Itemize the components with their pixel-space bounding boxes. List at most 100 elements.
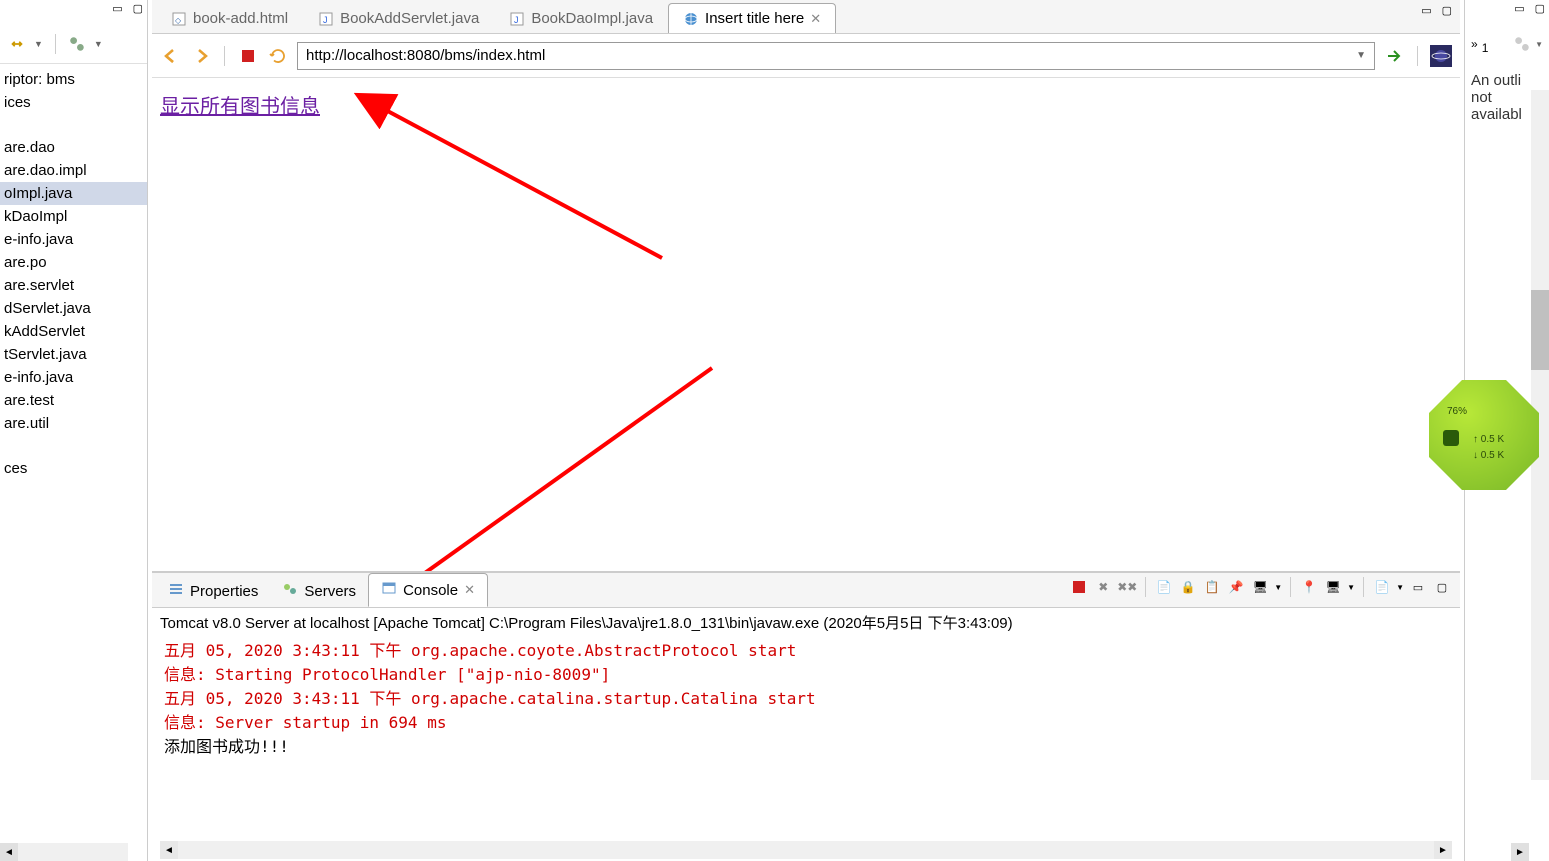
focus-icon[interactable] xyxy=(68,35,86,53)
tab-label: BookDaoImpl.java xyxy=(531,10,653,27)
file-item[interactable] xyxy=(0,435,147,457)
file-item[interactable]: e-info.java xyxy=(0,228,147,251)
console-process-label: Tomcat v8.0 Server at localhost [Apache … xyxy=(152,608,1460,637)
file-item[interactable]: are.servlet xyxy=(0,274,147,297)
servers-icon xyxy=(282,581,298,601)
tab-label: Properties xyxy=(190,583,258,600)
pin-icon[interactable]: 📍 xyxy=(1299,577,1319,597)
scroll-lock-icon[interactable]: 🔒 xyxy=(1178,577,1198,597)
file-item[interactable]: dServlet.java xyxy=(0,297,147,320)
widget-upload: 0.5 K xyxy=(1481,434,1504,445)
editor-area: ◇ book-add.html J BookAddServlet.java J BookD… xyxy=(152,0,1460,861)
network-monitor-widget[interactable]: 76% ↑ 0.5 K ↓ 0.5 K xyxy=(1429,380,1539,490)
scroll-right-arrow[interactable]: ► xyxy=(1434,841,1452,859)
refresh-button[interactable] xyxy=(267,45,289,67)
minimize-icon[interactable]: ▭ xyxy=(1408,577,1428,597)
console-icon xyxy=(381,580,397,600)
editor-tab[interactable]: J BookAddServlet.java xyxy=(303,3,494,33)
scroll-left-arrow[interactable]: ◄ xyxy=(160,841,178,859)
word-wrap-icon[interactable]: 📋 xyxy=(1202,577,1222,597)
file-item[interactable]: are.dao xyxy=(0,136,147,159)
view-tab-console[interactable]: Console ✕ xyxy=(368,573,488,607)
bottom-views: Properties ServersConsole ✕ ✖ ✖✖ 📄 🔒 📋 📌 … xyxy=(152,571,1460,861)
eclipse-icon[interactable] xyxy=(1430,45,1452,67)
console-line: 五月 05, 2020 3:43:11 下午 org.apache.catali… xyxy=(164,687,1448,711)
tab-label: BookAddServlet.java xyxy=(340,10,479,27)
stop-button[interactable] xyxy=(237,45,259,67)
java-icon: J xyxy=(509,11,525,27)
horizontal-scrollbar[interactable] xyxy=(0,843,128,861)
url-dropdown-icon[interactable]: ▼ xyxy=(1356,50,1366,61)
project-explorer-panel: ▭ ▢ ▼ ▼ riptor: bmsices are.daoare.dao.im… xyxy=(0,0,148,861)
file-item[interactable]: e-info.java xyxy=(0,366,147,389)
scroll-left-arrow[interactable]: ◄ xyxy=(0,843,18,861)
remove-launch-icon[interactable]: ✖ xyxy=(1093,577,1113,597)
console-line: 添加图书成功!!! xyxy=(164,735,1448,759)
url-input[interactable]: http://localhost:8080/bms/index.html ▼ xyxy=(297,42,1375,70)
scrollbar-thumb[interactable] xyxy=(1531,290,1549,370)
open-console-icon[interactable]: 🖥 xyxy=(1323,577,1343,597)
tab-label: book-add.html xyxy=(193,10,288,27)
console-horizontal-scrollbar[interactable]: ◄ ► xyxy=(160,841,1452,859)
file-tree[interactable]: riptor: bmsices are.daoare.dao.imploImpl.… xyxy=(0,64,147,861)
close-tab-icon[interactable]: ✕ xyxy=(464,582,475,598)
file-item[interactable]: kDaoImpl xyxy=(0,205,147,228)
dropdown-arrow-icon[interactable]: ▼ xyxy=(94,39,103,49)
url-text: http://localhost:8080/bms/index.html xyxy=(306,47,545,64)
forward-button[interactable] xyxy=(190,45,212,67)
html-icon: ◇ xyxy=(171,11,187,27)
file-item[interactable] xyxy=(0,114,147,136)
go-button[interactable] xyxy=(1383,45,1405,67)
maximize-icon[interactable]: ▢ xyxy=(1442,4,1452,17)
file-item[interactable]: ces xyxy=(0,457,147,480)
svg-text:◇: ◇ xyxy=(175,16,182,25)
view-tab-servers[interactable]: Servers xyxy=(270,575,368,607)
editor-tab-bar: ◇ book-add.html J BookAddServlet.java J BookD… xyxy=(152,0,1460,34)
close-tab-icon[interactable]: ✕ xyxy=(810,11,821,27)
stop-icon[interactable] xyxy=(1069,577,1089,597)
new-console-icon[interactable]: 📄 xyxy=(1372,577,1392,597)
show-all-books-link[interactable]: 显示所有图书信息 xyxy=(160,96,320,118)
file-item[interactable]: riptor: bms xyxy=(0,68,147,91)
dropdown-arrow-icon[interactable]: ▼ xyxy=(1274,583,1282,592)
console-toolbar: ✖ ✖✖ 📄 🔒 📋 📌 🖥 ▼ 📍 🖥 ▼ 📄 ▼ ▭ xyxy=(1069,577,1452,597)
maximize-icon[interactable]: ▢ xyxy=(1535,2,1545,15)
dropdown-arrow-icon[interactable]: ▼ xyxy=(1347,583,1355,592)
file-item[interactable]: are.dao.impl xyxy=(0,159,147,182)
file-item[interactable]: tServlet.java xyxy=(0,343,147,366)
file-item[interactable]: are.test xyxy=(0,389,147,412)
link-icon[interactable] xyxy=(8,35,26,53)
editor-tab[interactable]: ◇ book-add.html xyxy=(156,3,303,33)
console-line: 五月 05, 2020 3:43:11 下午 org.apache.coyote… xyxy=(164,639,1448,663)
file-item[interactable]: oImpl.java xyxy=(0,182,147,205)
minimize-icon[interactable]: ▭ xyxy=(112,2,122,15)
display-console-icon[interactable]: 🖥 xyxy=(1250,577,1270,597)
minimize-icon[interactable]: ▭ xyxy=(1514,2,1524,15)
java-icon: J xyxy=(318,11,334,27)
file-item[interactable]: ices xyxy=(0,91,147,114)
maximize-icon[interactable]: ▢ xyxy=(133,2,143,15)
clear-console-icon[interactable]: 📄 xyxy=(1154,577,1174,597)
maximize-icon[interactable]: ▢ xyxy=(1432,577,1452,597)
outline-text-line: An outli xyxy=(1471,72,1543,89)
focus-icon[interactable] xyxy=(1513,35,1531,53)
dropdown-arrow-icon[interactable]: ▼ xyxy=(1535,40,1543,49)
editor-tab[interactable]: Insert title here✕ xyxy=(668,3,836,33)
console-output[interactable]: 五月 05, 2020 3:43:11 下午 org.apache.coyote… xyxy=(152,637,1460,761)
remove-all-icon[interactable]: ✖✖ xyxy=(1117,577,1137,597)
browser-viewport[interactable]: 显示所有图书信息 xyxy=(152,78,1460,571)
annotation-arrows xyxy=(152,78,1352,571)
file-item[interactable]: are.po xyxy=(0,251,147,274)
dropdown-arrow-icon[interactable]: ▼ xyxy=(34,39,43,49)
dropdown-arrow-icon[interactable]: ▼ xyxy=(1396,583,1404,592)
scroll-right-arrow[interactable]: ► xyxy=(1511,843,1529,861)
view-tab-properties[interactable]: Properties xyxy=(156,575,270,607)
editor-tab[interactable]: J BookDaoImpl.java xyxy=(494,3,668,33)
browser-toolbar: http://localhost:8080/bms/index.html ▼ xyxy=(152,34,1460,78)
file-item[interactable]: are.util xyxy=(0,412,147,435)
minimize-icon[interactable]: ▭ xyxy=(1421,4,1431,17)
back-button[interactable] xyxy=(160,45,182,67)
pin-console-icon[interactable]: 📌 xyxy=(1226,577,1246,597)
show-list-icon[interactable]: » xyxy=(1471,37,1478,51)
file-item[interactable]: kAddServlet xyxy=(0,320,147,343)
